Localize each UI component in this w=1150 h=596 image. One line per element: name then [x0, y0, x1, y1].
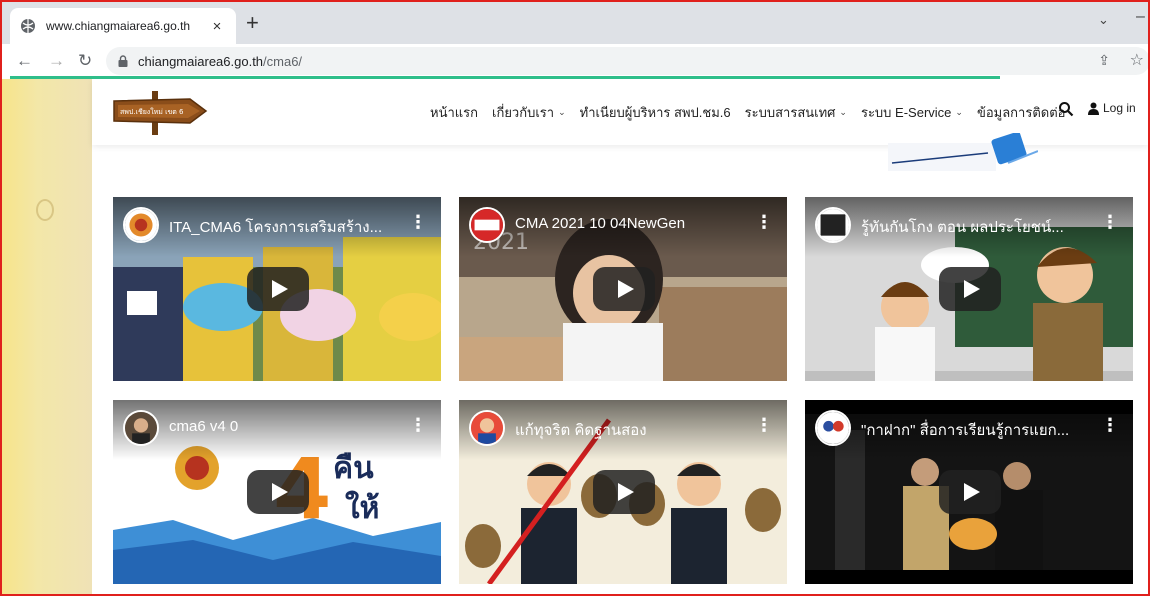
video-title[interactable]: ITA_CMA6 โครงการเสริมสร้าง... — [169, 215, 409, 239]
menu-item-executives[interactable]: ทำเนียบผู้บริหาร สพป.ชม.6 — [580, 102, 731, 123]
forward-arrow-icon[interactable]: → — [48, 51, 65, 71]
browser-tab[interactable]: www.chiangmaiarea6.go.th × — [10, 8, 236, 44]
play-icon[interactable] — [939, 267, 1001, 311]
chevron-down-icon: ⌄ — [839, 107, 847, 117]
channel-avatar[interactable] — [123, 207, 159, 243]
video-embed[interactable]: 2021 CMA 2021 10 04NewGen ⋮ — [459, 197, 787, 381]
address-bar[interactable]: chiangmaiarea6.go.th /cma6/ ⇪ ☆ — [106, 47, 1148, 75]
menu-label: หน้าแรก — [430, 105, 478, 120]
tab-strip: www.chiangmaiarea6.go.th × + ⌄ – — [2, 2, 1148, 44]
play-icon[interactable] — [247, 267, 309, 311]
play-icon[interactable] — [939, 470, 1001, 514]
login-button[interactable]: Log in — [1088, 101, 1136, 115]
video-title[interactable]: แก้ทุจริต คิดฐานสอง — [515, 418, 755, 442]
video-title[interactable]: รู้ทันกันโกง ตอน ผลประโยชน์... — [861, 215, 1101, 239]
search-icon[interactable] — [1058, 101, 1074, 117]
video-title[interactable]: "กาฝาก" สื่อการเรียนรู้การแยก... — [861, 418, 1101, 442]
banner-decoration — [888, 133, 1038, 171]
url-path: /cma6/ — [263, 53, 303, 69]
play-icon[interactable] — [247, 470, 309, 514]
channel-avatar[interactable] — [469, 207, 505, 243]
bookmark-star-icon[interactable]: ☆ — [1130, 50, 1144, 70]
more-vertical-icon[interactable]: ⋮ — [755, 416, 773, 434]
more-vertical-icon[interactable]: ⋮ — [409, 213, 427, 231]
video-title[interactable]: cma6 v4 0 — [169, 418, 409, 435]
play-icon[interactable] — [593, 267, 655, 311]
video-title[interactable]: CMA 2021 10 04NewGen — [515, 215, 755, 232]
svg-text:ให้: ให้ — [345, 490, 379, 526]
share-icon[interactable]: ⇪ — [1098, 52, 1110, 69]
chevron-down-icon: ⌄ — [558, 107, 566, 117]
more-vertical-icon[interactable]: ⋮ — [755, 213, 773, 231]
menu-item-info-systems[interactable]: ระบบสารสนเทศ ⌄ — [745, 102, 847, 123]
page-content: สพป.เชียงใหม่ เขต 6 หน้าแรก เกี่ยวกับเรา… — [92, 79, 1148, 594]
menu-item-contact[interactable]: ข้อมูลการติดต่อ — [977, 102, 1066, 123]
channel-avatar[interactable] — [815, 410, 851, 446]
back-arrow-icon[interactable]: ← — [16, 51, 33, 71]
menu-item-eservice[interactable]: ระบบ E-Service ⌄ — [861, 102, 963, 123]
video-embed[interactable]: แก้ทุจริต คิดฐานสอง ⋮ — [459, 400, 787, 584]
menu-item-about[interactable]: เกี่ยวกับเรา ⌄ — [492, 102, 566, 123]
lock-icon[interactable] — [118, 55, 128, 67]
background-decoration — [2, 79, 92, 594]
channel-avatar[interactable] — [469, 410, 505, 446]
minimize-icon[interactable]: – — [1136, 8, 1145, 26]
menu-label: ข้อมูลการติดต่อ — [976, 105, 1066, 120]
main-menu: หน้าแรก เกี่ยวกับเรา ⌄ ทำเนียบผู้บริหาร … — [430, 102, 1079, 123]
site-logo[interactable]: สพป.เชียงใหม่ เขต 6 — [112, 87, 208, 135]
close-tab-icon[interactable]: × — [208, 18, 226, 35]
channel-avatar[interactable] — [123, 410, 159, 446]
more-vertical-icon[interactable]: ⋮ — [409, 416, 427, 434]
menu-label: ทำเนียบผู้บริหาร สพป.ชม.6 — [579, 105, 731, 120]
more-vertical-icon[interactable]: ⋮ — [1101, 213, 1119, 231]
new-tab-button[interactable]: + — [246, 12, 259, 34]
menu-item-home[interactable]: หน้าแรก — [430, 102, 478, 123]
video-embed[interactable]: รู้ทันกันโกง ตอน ผลประโยชน์... ⋮ — [805, 197, 1133, 381]
login-label: Log in — [1103, 101, 1136, 115]
globe-icon — [21, 19, 35, 33]
menu-label: ระบบ E-Service — [860, 105, 952, 120]
play-icon[interactable] — [593, 470, 655, 514]
channel-avatar[interactable] — [815, 207, 851, 243]
chevron-down-icon: ⌄ — [955, 107, 963, 117]
web-page: สพป.เชียงใหม่ เขต 6 หน้าแรก เกี่ยวกับเรา… — [2, 79, 1148, 594]
menu-label: ระบบสารสนเทศ — [744, 105, 836, 120]
video-embed[interactable]: "กาฝาก" สื่อการเรียนรู้การแยก... ⋮ — [805, 400, 1133, 584]
video-embed[interactable]: 4 คืน ให้ cma6 v4 0 ⋮ — [113, 400, 441, 584]
browser-toolbar: ← → ↻ chiangmaiarea6.go.th /cma6/ ⇪ ☆ — [2, 44, 1148, 78]
logo-text: สพป.เชียงใหม่ เขต 6 — [120, 107, 184, 116]
user-icon — [1088, 102, 1099, 115]
url-host: chiangmaiarea6.go.th — [138, 53, 264, 69]
tab-title: www.chiangmaiarea6.go.th — [46, 19, 191, 33]
video-embed[interactable]: ITA_CMA6 โครงการเสริมสร้าง... ⋮ — [113, 197, 441, 381]
more-vertical-icon[interactable]: ⋮ — [1101, 416, 1119, 434]
browser-window: www.chiangmaiarea6.go.th × + ⌄ – ← → ↻ c… — [0, 0, 1150, 596]
menu-label: เกี่ยวกับเรา — [492, 105, 555, 120]
reload-icon[interactable]: ↻ — [78, 51, 92, 71]
tab-search-chevron-icon[interactable]: ⌄ — [1098, 12, 1109, 28]
